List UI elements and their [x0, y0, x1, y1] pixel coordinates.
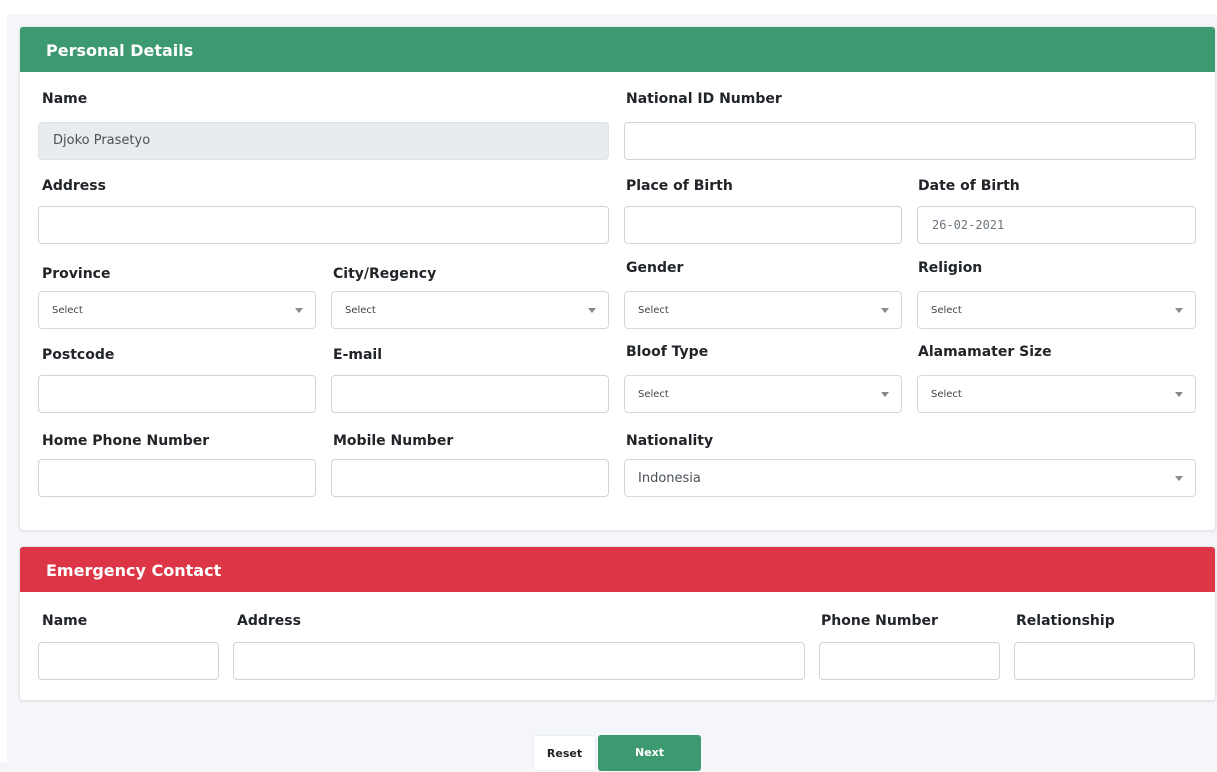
postcode-field[interactable] — [38, 375, 316, 413]
name-label: Name — [42, 91, 88, 107]
gender-label: Gender — [626, 260, 684, 276]
emergency-relationship-label: Relationship — [1016, 613, 1115, 629]
reset-button[interactable]: Reset — [533, 735, 596, 771]
emergency-contact-header: Emergency Contact — [20, 547, 1215, 592]
nationality-select-value: Indonesia — [638, 471, 701, 486]
nationality-label: Nationality — [626, 433, 714, 449]
address-field[interactable] — [38, 206, 609, 244]
postcode-label: Postcode — [42, 347, 115, 363]
caret-down-icon — [295, 308, 303, 313]
caret-down-icon — [881, 308, 889, 313]
blood-type-select-value: Select — [638, 389, 669, 400]
home-phone-field[interactable] — [38, 459, 316, 497]
province-select-value: Select — [52, 305, 83, 316]
blood-type-label: Bloof Type — [626, 344, 709, 360]
province-select[interactable]: Select — [38, 291, 316, 329]
address-label: Address — [42, 178, 106, 194]
left-strip — [0, 0, 7, 762]
caret-down-icon — [1175, 476, 1183, 481]
emergency-address-label: Address — [237, 613, 301, 629]
place-of-birth-label: Place of Birth — [626, 178, 733, 194]
religion-select[interactable]: Select — [917, 291, 1196, 329]
mobile-label: Mobile Number — [333, 433, 454, 449]
caret-down-icon — [588, 308, 596, 313]
caret-down-icon — [881, 392, 889, 397]
national-id-field[interactable] — [624, 122, 1196, 160]
date-of-birth-field[interactable]: 26-02-2021 — [917, 206, 1196, 244]
emergency-phone-field[interactable] — [819, 642, 1000, 680]
name-field[interactable]: Djoko Prasetyo — [38, 122, 609, 160]
alma-size-select-value: Select — [931, 389, 962, 400]
city-select-value: Select — [345, 305, 376, 316]
caret-down-icon — [1175, 392, 1183, 397]
city-select[interactable]: Select — [331, 291, 609, 329]
religion-select-value: Select — [931, 305, 962, 316]
national-id-label: National ID Number — [626, 91, 782, 107]
mobile-field[interactable] — [331, 459, 609, 497]
province-label: Province — [42, 266, 111, 282]
religion-label: Religion — [918, 260, 983, 276]
personal-details-header: Personal Details — [20, 27, 1215, 72]
top-strip — [0, 0, 1217, 14]
emergency-address-field[interactable] — [233, 642, 805, 680]
nationality-select[interactable]: Indonesia — [624, 459, 1196, 497]
blood-type-select[interactable]: Select — [624, 375, 902, 413]
email-field[interactable] — [331, 375, 609, 413]
emergency-relationship-field[interactable] — [1014, 642, 1195, 680]
alma-size-select[interactable]: Select — [917, 375, 1196, 413]
emergency-phone-label: Phone Number — [821, 613, 938, 629]
home-phone-label: Home Phone Number — [42, 433, 210, 449]
personal-details-card: Personal Details — [19, 26, 1216, 531]
gender-select[interactable]: Select — [624, 291, 902, 329]
caret-down-icon — [1175, 308, 1183, 313]
emergency-name-label: Name — [42, 613, 88, 629]
date-of-birth-label: Date of Birth — [918, 178, 1020, 194]
place-of-birth-field[interactable] — [624, 206, 902, 244]
emergency-name-field[interactable] — [38, 642, 219, 680]
city-label: City/Regency — [333, 266, 437, 282]
email-label: E-mail — [333, 347, 383, 363]
alma-size-label: Alamamater Size — [918, 344, 1052, 360]
next-button[interactable]: Next — [598, 735, 701, 771]
gender-select-value: Select — [638, 305, 669, 316]
